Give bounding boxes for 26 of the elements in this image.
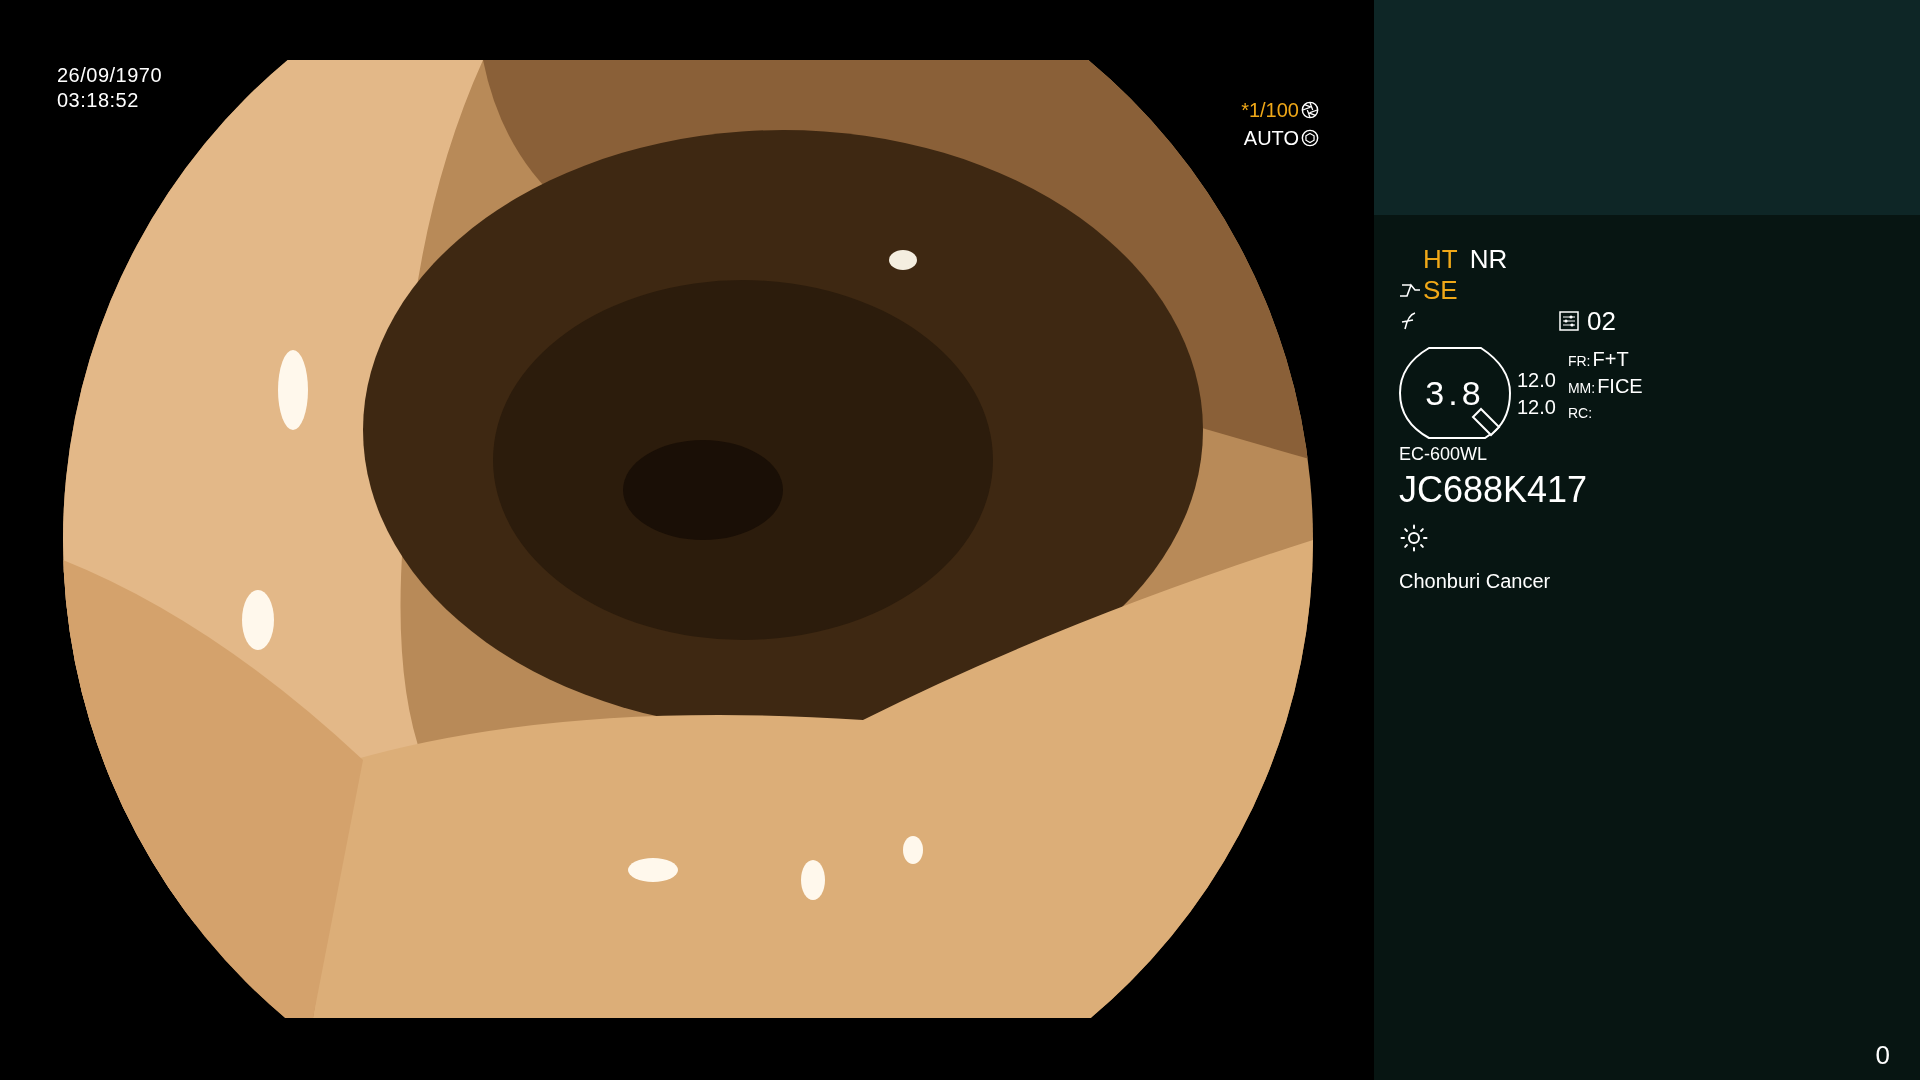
setting-key: RC:: [1567, 401, 1593, 426]
setting-value: FICE: [1597, 374, 1643, 399]
light-icon: [1399, 523, 1429, 553]
curve-icon: [1399, 281, 1421, 298]
setting-key: MM:: [1567, 376, 1596, 401]
time-text: 03:18:52: [57, 88, 140, 113]
zoom-indicator-icon: [1399, 347, 1511, 439]
scope-model: EC-600WL: [1399, 443, 1489, 465]
value-text: 12.0: [1517, 368, 1556, 393]
mode-label: NR: [1469, 243, 1508, 274]
iris-icon: [1301, 129, 1319, 147]
setting-value: F+T: [1592, 347, 1629, 372]
shutter-speed-text: *1/100: [1241, 98, 1299, 122]
preset-number: 02: [1587, 306, 1616, 336]
date-text: 26/09/1970: [57, 63, 163, 88]
value-text: 12.0: [1517, 395, 1556, 420]
zoom-value: 3.8: [1425, 373, 1485, 413]
hospital-name: Chonburi Cancer: [1399, 569, 1552, 593]
iris-mode-text: AUTO: [1243, 126, 1299, 150]
counter-text: 0: [1875, 1040, 1890, 1070]
sliders-icon: [1559, 311, 1579, 331]
shutter-icon: [1301, 101, 1319, 119]
mode-label: SE: [1423, 274, 1458, 305]
setting-key: FR:: [1567, 349, 1591, 374]
mode-label: HT: [1423, 243, 1458, 274]
serial-number: JC688K417: [1399, 469, 1589, 511]
